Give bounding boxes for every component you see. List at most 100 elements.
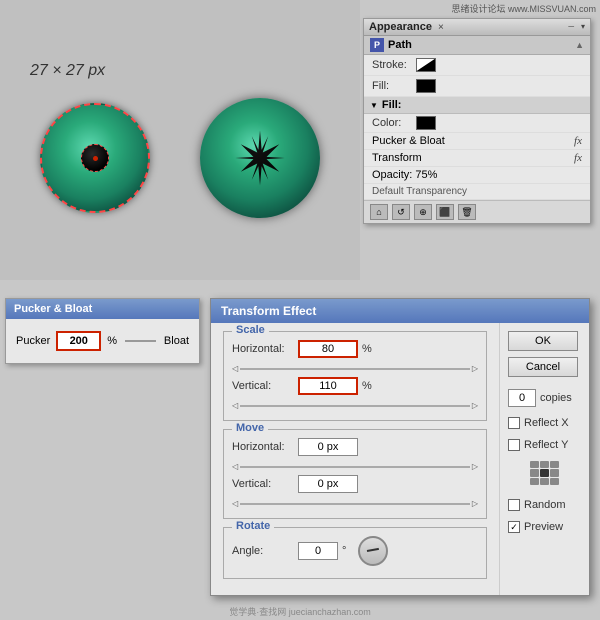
- dimension-label: 27 × 27 px: [30, 62, 105, 80]
- move-v-label: Vertical:: [232, 478, 294, 490]
- eyes-row: [40, 98, 320, 218]
- appearance-titlebar: Appearance × ─ ▾: [364, 19, 590, 36]
- move-section: Move Horizontal: 0 px ◁ ▷ Vertical: 0 px: [223, 429, 487, 519]
- bottom-watermark-text: 觉学典·查找网 juecianchazhan.com: [229, 607, 371, 617]
- move-legend: Move: [232, 422, 268, 434]
- scale-h-unit: %: [362, 343, 372, 355]
- eye-2: [200, 98, 320, 218]
- transform-right: OK Cancel 0 copies Reflect X Reflect Y: [499, 323, 589, 595]
- transform-label: Transform: [372, 152, 422, 164]
- pb-slider[interactable]: [125, 340, 156, 342]
- pb-title: Pucker & Bloat: [14, 303, 92, 315]
- bottom-watermark: 觉学典·查找网 juecianchazhan.com: [0, 605, 600, 618]
- scale-h-label: Horizontal:: [232, 343, 294, 355]
- fill-row: Fill:: [364, 76, 590, 97]
- close-tab-icon[interactable]: ×: [438, 22, 444, 33]
- move-h-input[interactable]: 0 px: [298, 438, 358, 456]
- color-swatch[interactable]: [416, 116, 436, 130]
- transform-effect-dialog: Transform Effect Scale Horizontal: 80 % …: [210, 298, 590, 596]
- toolbar-icon-1[interactable]: ⌂: [370, 204, 388, 220]
- scale-h-row: Horizontal: 80 %: [232, 340, 478, 358]
- move-h-slider[interactable]: ◁ ▷: [232, 462, 478, 471]
- preview-checkbox[interactable]: ✓: [508, 521, 520, 533]
- scale-v-row: Vertical: 110 %: [232, 377, 478, 395]
- eye-pupil-2: [233, 131, 288, 186]
- appearance-toolbar: ⌂ ↺ ⊕ ⬛ 🗑: [364, 200, 590, 223]
- fx-label-1: fx: [574, 135, 582, 147]
- pucker-bloat-row: Pucker & Bloat fx: [364, 133, 590, 150]
- transform-titlebar: Transform Effect: [211, 299, 589, 323]
- scale-v-slider[interactable]: ◁ ▷: [232, 401, 478, 410]
- watermark-top: 思绪设计论坛 www.MISSVUAN.com: [451, 2, 596, 15]
- move-v-value: 0 px: [318, 478, 339, 490]
- reflect-x-row: Reflect X: [508, 417, 581, 429]
- move-v-input[interactable]: 0 px: [298, 475, 358, 493]
- grid-cell-6: [550, 469, 559, 476]
- toolbar-icon-2[interactable]: ↺: [392, 204, 410, 220]
- preview-row: ✓ Preview: [508, 521, 581, 533]
- ok-button[interactable]: OK: [508, 331, 578, 351]
- move-h-row: Horizontal: 0 px: [232, 438, 478, 456]
- collapse-icon[interactable]: ▾: [581, 22, 585, 31]
- pb-titlebar: Pucker & Bloat: [6, 299, 199, 319]
- transform-body: Scale Horizontal: 80 % ◁ ▷ Vertical:: [211, 323, 589, 595]
- scale-h-slider[interactable]: ◁ ▷: [232, 364, 478, 373]
- eye-outer-2: [200, 98, 320, 218]
- panel-title-left: Appearance ×: [369, 21, 444, 33]
- pucker-bloat-label: Pucker & Bloat: [372, 135, 445, 147]
- toolbar-icon-3[interactable]: ⊕: [414, 204, 432, 220]
- collapse-tri: ▼: [370, 101, 378, 110]
- reflect-x-label: Reflect X: [524, 417, 569, 429]
- reflect-y-checkbox[interactable]: [508, 439, 520, 451]
- grid-cell-8: [540, 478, 549, 485]
- reflect-x-checkbox[interactable]: [508, 417, 520, 429]
- toolbar-icon-4[interactable]: ⬛: [436, 204, 454, 220]
- scale-h-input[interactable]: 80: [298, 340, 358, 358]
- scale-legend: Scale: [232, 324, 269, 336]
- cancel-button[interactable]: Cancel: [508, 357, 578, 377]
- fill-swatch[interactable]: [416, 79, 436, 93]
- scale-h-value: 80: [322, 343, 334, 355]
- move-v-row: Vertical: 0 px: [232, 475, 478, 493]
- eye-pupil-1: [81, 144, 109, 172]
- move-h-label: Horizontal:: [232, 441, 294, 453]
- default-transparency-text: Default Transparency: [372, 186, 467, 197]
- pucker-label: Pucker: [16, 335, 50, 347]
- angle-line: [367, 548, 379, 552]
- stroke-row: Stroke:: [364, 55, 590, 76]
- path-section-header: P Path ▲: [364, 36, 590, 55]
- grid-cell-3: [550, 461, 559, 468]
- slider-tri-right: ▷: [472, 364, 478, 373]
- scale-section: Scale Horizontal: 80 % ◁ ▷ Vertical:: [223, 331, 487, 421]
- copies-value: 0: [519, 392, 525, 404]
- stroke-swatch[interactable]: [416, 58, 436, 72]
- watermark-text: 思绪设计论坛 www.MISSVUAN.com: [451, 4, 596, 14]
- move-v-slider[interactable]: ◁ ▷: [232, 499, 478, 508]
- toolbar-icon-5[interactable]: 🗑: [458, 204, 476, 220]
- scale-v-input[interactable]: 110: [298, 377, 358, 395]
- path-icon: P: [370, 38, 384, 52]
- slider-tri-right-3: ▷: [472, 462, 478, 471]
- rotate-legend: Rotate: [232, 520, 274, 532]
- slider-tri-left-3: ◁: [232, 462, 238, 471]
- random-checkbox[interactable]: [508, 499, 520, 511]
- slider-tri-left: ◁: [232, 364, 238, 373]
- angle-dial[interactable]: [358, 536, 388, 566]
- appearance-panel: Appearance × ─ ▾ P Path ▲ Stroke: Fill: …: [363, 18, 591, 224]
- grid-cell-1: [530, 461, 539, 468]
- transform-grid[interactable]: [530, 461, 560, 485]
- fill-section-text: Fill:: [382, 99, 402, 111]
- angle-value: 0: [315, 545, 321, 557]
- slider-tri-left-2: ◁: [232, 401, 238, 410]
- transform-left: Scale Horizontal: 80 % ◁ ▷ Vertical:: [211, 323, 499, 595]
- pucker-value-input[interactable]: 200: [56, 331, 101, 351]
- angle-input[interactable]: 0: [298, 542, 338, 560]
- eye-outer-1: [40, 103, 150, 213]
- pucker-value: 200: [70, 335, 88, 347]
- copies-input[interactable]: 0: [508, 389, 536, 407]
- minimize-icon[interactable]: ─: [568, 22, 574, 31]
- fx-label-2: fx: [574, 152, 582, 164]
- path-label: Path: [388, 39, 412, 51]
- cancel-label: Cancel: [526, 361, 560, 373]
- slider-tri-right-4: ▷: [472, 499, 478, 508]
